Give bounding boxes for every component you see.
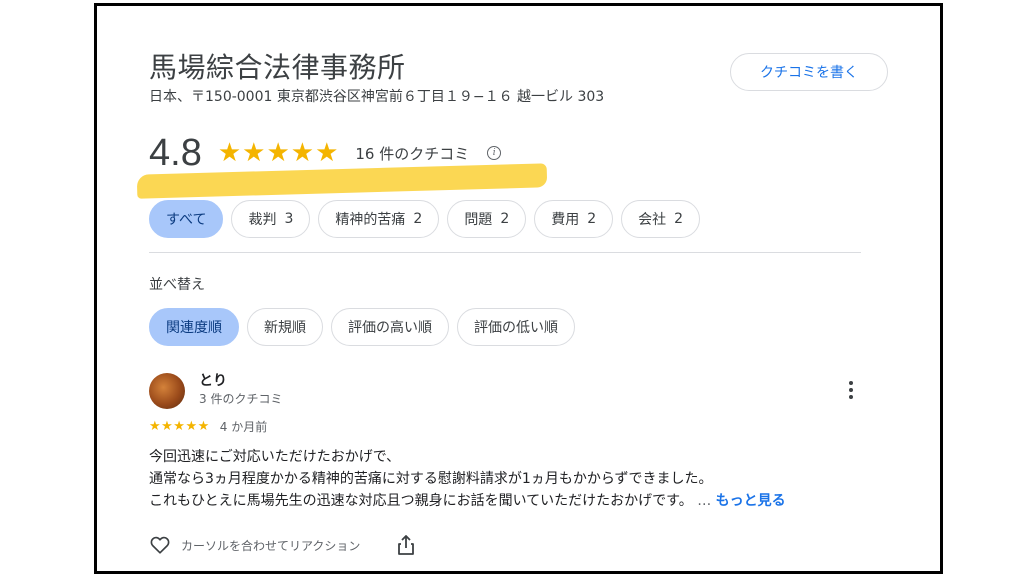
topic-chip-count: 2 [674,211,684,227]
review-text-line: これもひとえに馬場先生の迅速な対応且つ親身にお話を聞いていただけたおかげです。 [149,493,693,509]
topic-chip-mental-distress[interactable]: 精神的苦痛 2 [318,200,440,238]
topic-chip-count: 2 [413,211,423,227]
topic-chip-count: 2 [500,211,510,227]
info-icon[interactable]: i [487,146,502,160]
review-meta: ★★★★★ 4 か月前 [149,418,267,435]
topic-filter-chips: すべて 裁判 3 精神的苦痛 2 問題 2 費用 2 会社 2 [149,200,701,238]
review-actions: カーソルを合わせてリアクション [149,534,416,556]
topic-chip-label: 裁判 [248,212,277,228]
review-text-line: 通常なら3ヵ月程度かかる精神的苦痛に対する慰謝料請求が1ヵ月もかからずできました… [149,471,713,487]
write-review-button[interactable]: クチコミを書く [730,53,888,91]
review-text-line: 今回迅速にご対応いただけたおかげで、 [149,449,401,465]
rating-summary: 4.8 ★★★★★ 16 件のクチコミ i [149,128,502,178]
review-panel: 馬場綜合法律事務所 日本、〒150-0001 東京都渋谷区神宮前６丁目１９−１６… [94,3,943,574]
topic-chip-label: 精神的苦痛 [335,212,406,228]
review-ellipsis: … [697,493,712,509]
topic-chip-problem[interactable]: 問題 2 [447,200,527,238]
section-divider [149,252,861,253]
sort-chip-newest[interactable]: 新規順 [247,308,323,346]
topic-chip-label: 費用 [551,212,580,228]
topic-chip-count: 3 [284,211,294,227]
topic-chip-trial[interactable]: 裁判 3 [231,200,311,238]
topic-chip-label: 会社 [638,212,667,228]
reviewer-review-count: 3 件のクチコミ [199,392,283,406]
review-stars: ★★★★★ [149,419,210,434]
review-text: 今回迅速にご対応いただけたおかげで、 通常なら3ヵ月程度かかる精神的苦痛に対する… [149,446,861,512]
topic-chip-label: すべて [166,212,207,228]
business-name: 馬場綜合法律事務所 [149,51,406,84]
topic-chip-cost[interactable]: 費用 2 [534,200,614,238]
read-more-link[interactable]: もっと見る [716,493,786,509]
topic-chip-company[interactable]: 会社 2 [621,200,701,238]
sort-label: 並べ替え [149,277,205,293]
review-count[interactable]: 16 件のクチコミ [355,143,469,164]
more-options-icon[interactable] [841,378,861,402]
topic-chip-label: 問題 [464,212,493,228]
reaction-hint: カーソルを合わせてリアクション [181,538,361,553]
avatar[interactable] [149,373,185,409]
sort-chip-relevance[interactable]: 関連度順 [149,308,239,346]
topic-chip-all[interactable]: すべて [149,200,224,238]
review-time: 4 か月前 [219,420,268,434]
business-address: 日本、〒150-0001 東京都渋谷区神宮前６丁目１９−１６ 越一ビル 303 [149,89,605,105]
sort-chips: 関連度順 新規順 評価の高い順 評価の低い順 [149,308,575,346]
sort-chip-highest[interactable]: 評価の高い順 [331,308,449,346]
rating-stars: ★★★★★ [217,138,340,168]
heart-icon[interactable] [149,534,171,556]
share-icon[interactable] [396,534,416,556]
review-text-line-last: これもひとえに馬場先生の迅速な対応且つ親身にお話を聞いていただけたおかげです。 … [149,490,861,512]
reviewer-name[interactable]: とり [199,370,227,390]
sort-chip-lowest[interactable]: 評価の低い順 [457,308,575,346]
rating-value: 4.8 [149,131,202,174]
topic-chip-count: 2 [587,211,597,227]
